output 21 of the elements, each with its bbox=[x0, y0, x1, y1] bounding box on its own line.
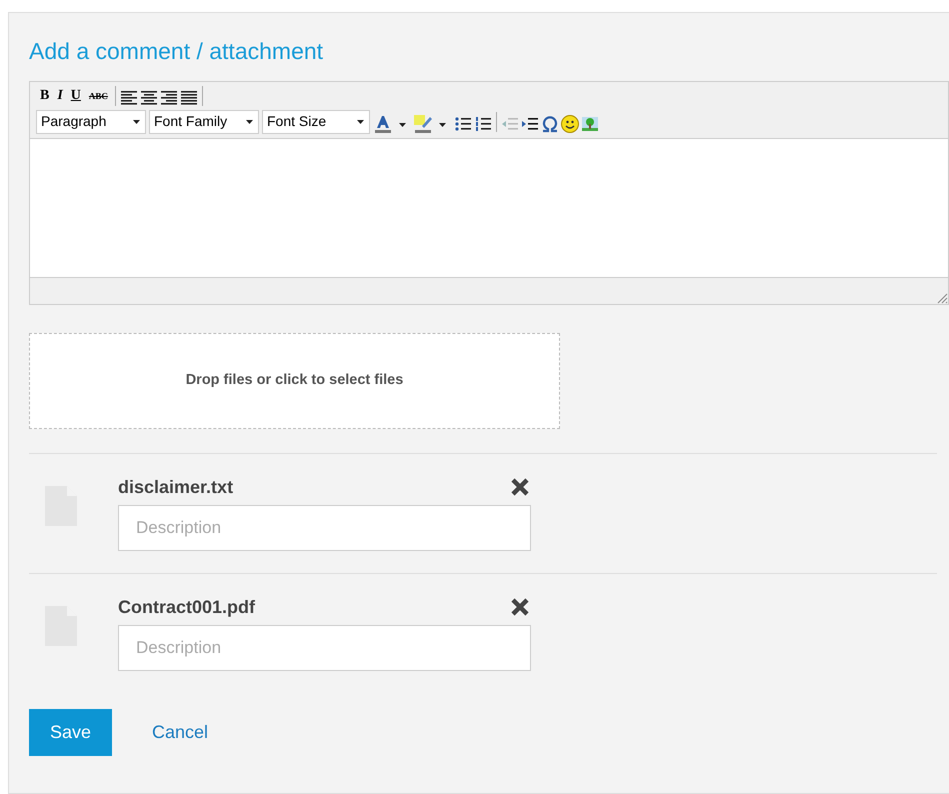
dropdown-select[interactable]: Font Size bbox=[262, 110, 370, 134]
dropdown-select[interactable]: Font Family bbox=[149, 110, 259, 134]
remove-icon[interactable] bbox=[511, 478, 529, 496]
caret-icon[interactable] bbox=[357, 118, 365, 125]
file-name: Contract001.pdf bbox=[118, 596, 256, 619]
format-button[interactable]: ABC bbox=[84, 86, 112, 106]
description-field[interactable]: Description bbox=[118, 624, 531, 671]
rich-text-editor[interactable]: B I U ABC Paragraph Font Family Font Size bbox=[29, 80, 949, 305]
file-drop-zone[interactable]: Drop files or click to select files bbox=[29, 332, 560, 429]
caret-icon[interactable] bbox=[133, 118, 141, 125]
caret-icon[interactable] bbox=[246, 118, 254, 125]
remove-icon[interactable] bbox=[511, 598, 529, 616]
format-button[interactable]: U bbox=[66, 86, 85, 106]
description-field[interactable]: Description bbox=[118, 504, 531, 551]
form-title: Add a comment / attachment bbox=[29, 37, 324, 66]
file-name: disclaimer.txt bbox=[118, 476, 234, 499]
format-button[interactable]: I bbox=[53, 86, 67, 106]
cancel-link[interactable]: Cancel bbox=[152, 718, 208, 746]
dropdown-select[interactable]: Paragraph bbox=[36, 110, 146, 134]
format-button[interactable]: B bbox=[36, 86, 54, 106]
resize-grip-icon[interactable] bbox=[936, 292, 948, 304]
